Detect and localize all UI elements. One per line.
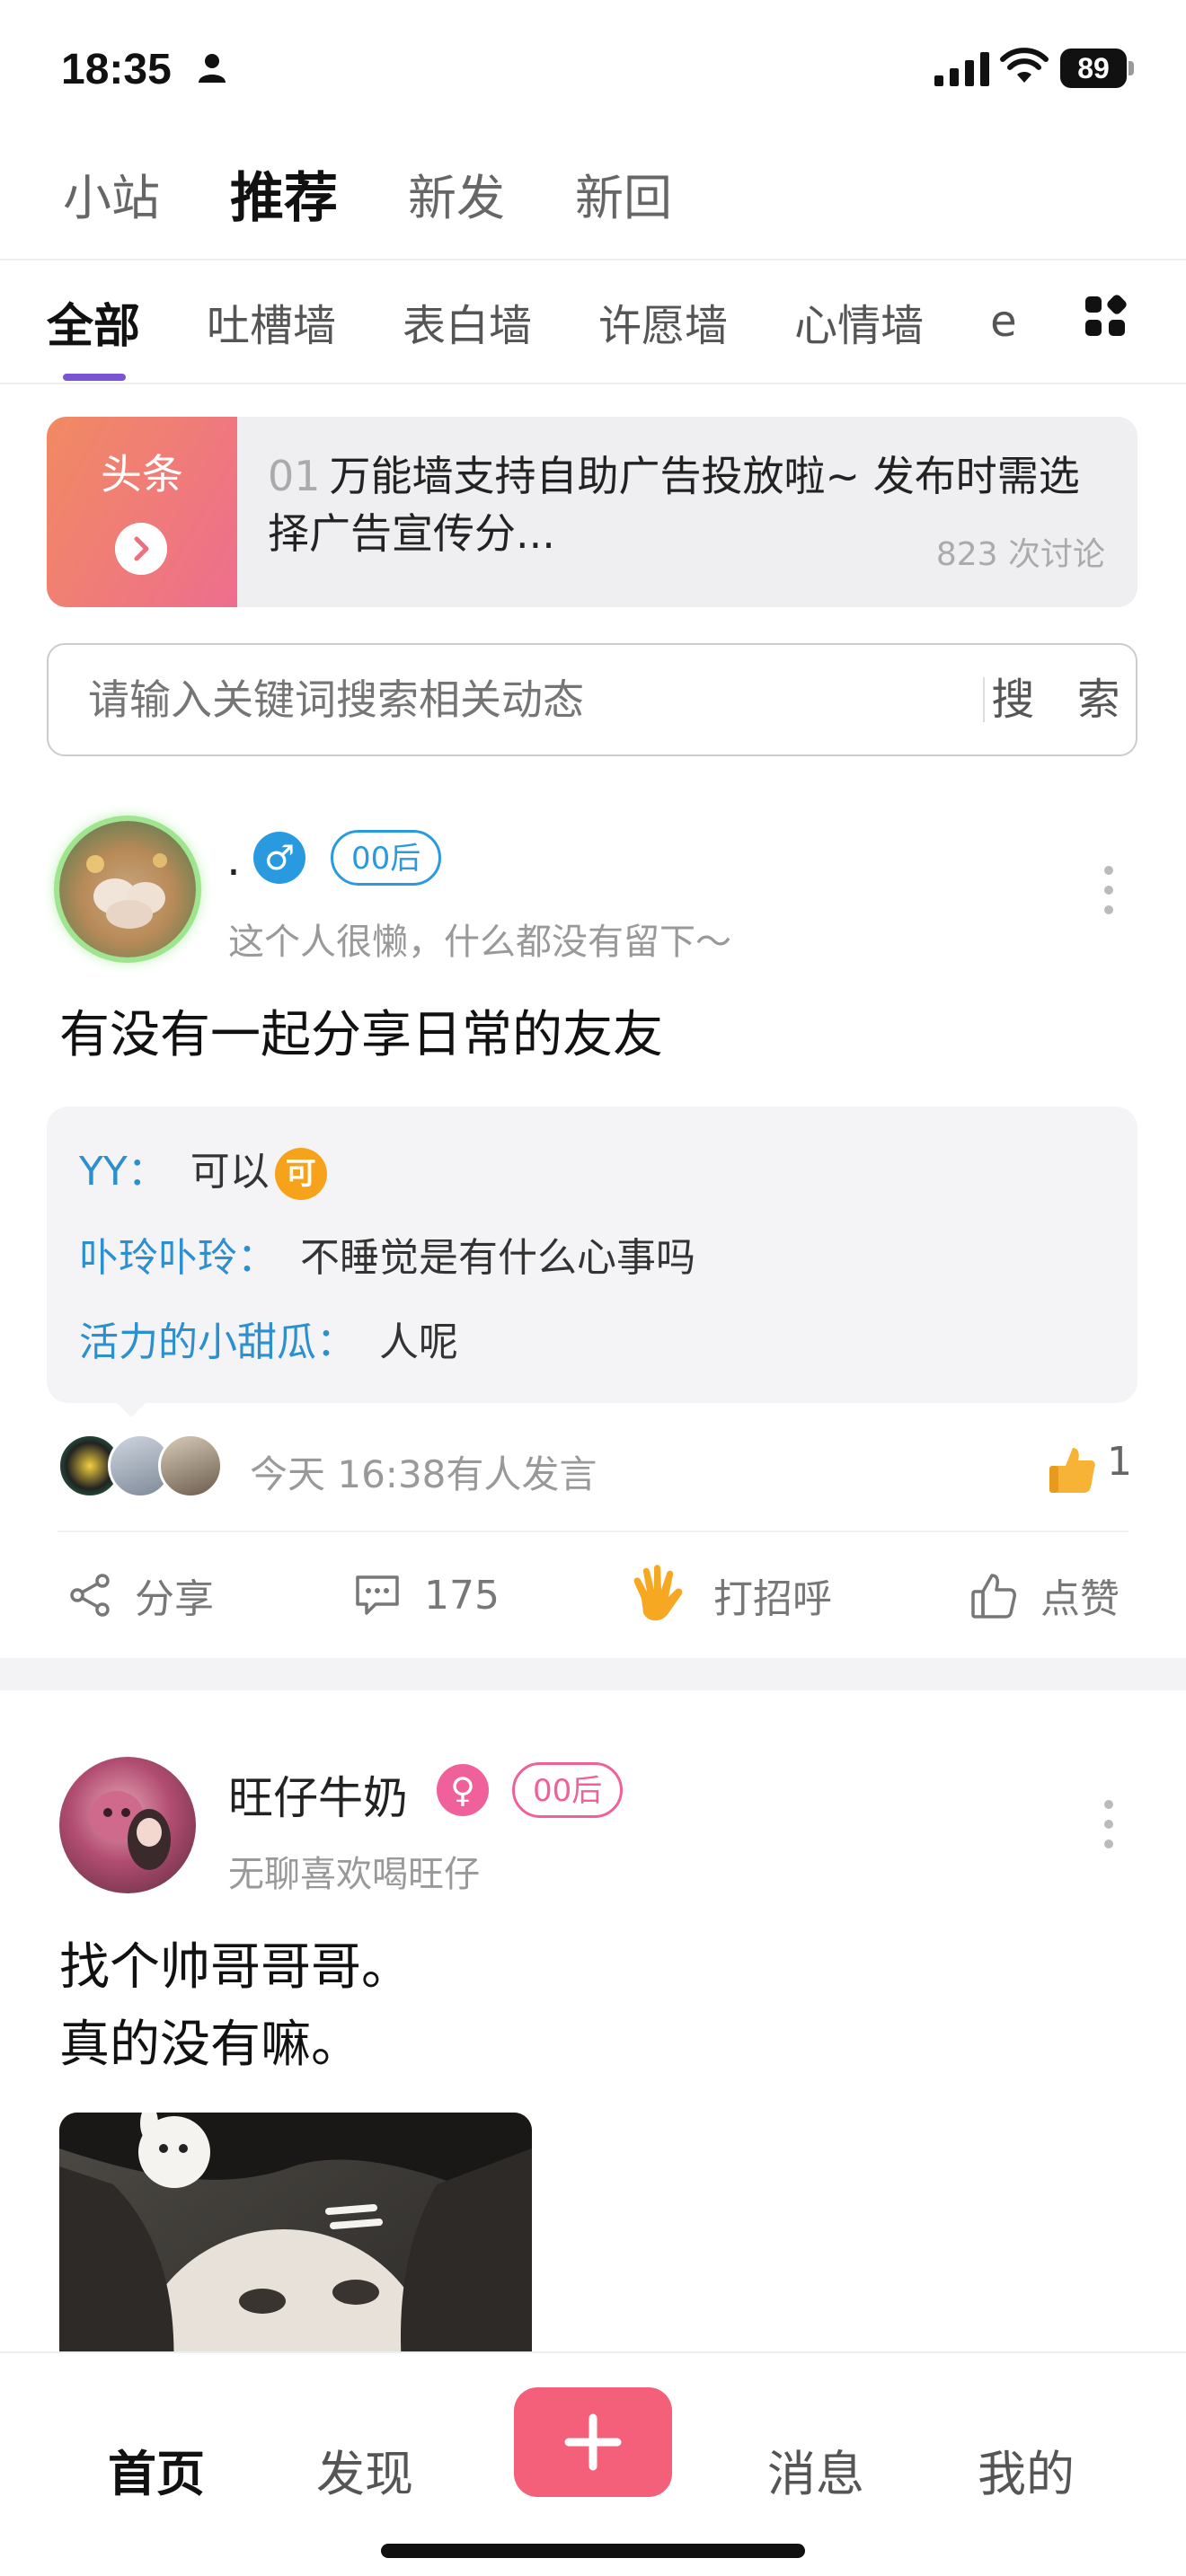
divider [0,383,1186,384]
share-button[interactable]: 分享 [66,1563,214,1628]
user-bio: 这个人很懒，什么都没有留下～ [228,922,731,963]
reply-text: 不睡觉是有什么心事吗 [300,1235,695,1281]
headline-badge-label: 头条 [101,450,183,498]
plus-icon [564,2413,622,2471]
reply-row: 活力的小甜瓜： 人呢 [79,1310,458,1367]
avatar-image [90,1791,171,1870]
reply-text: 可以 [190,1149,270,1195]
battery-indicator: 89 [1060,49,1134,88]
search-button[interactable]: 搜 索 [987,645,1139,754]
category-rant-wall[interactable]: 吐槽墙 [207,290,336,353]
more-options-icon[interactable] [1103,1800,1114,1850]
greet-button[interactable]: 打招呼 [624,1563,832,1628]
user-bio: 无聊喜欢喝旺仔 [228,1854,480,1895]
avatar-image [86,853,167,929]
tab-new-posts[interactable]: 新发 [408,158,505,229]
status-time: 18:35 [61,46,172,93]
like-button[interactable]: 点赞 [969,1563,1120,1628]
home-indicator [381,2544,805,2558]
reply-author[interactable]: YY： [79,1149,167,1195]
male-gender-icon: ♂ [253,832,305,884]
comment-count: 175 [424,1572,500,1619]
like-label: 点赞 [1040,1576,1120,1622]
share-label: 分享 [135,1576,214,1622]
battery-level: 89 [1060,49,1127,88]
age-tag: 00后 [512,1762,624,1818]
reply-text: 人呢 [379,1319,458,1365]
chevron-right-icon[interactable] [115,523,167,575]
thumbs-up-emoji-icon [1049,1448,1095,1493]
avatar[interactable] [59,821,196,957]
waving-hand-icon [633,1565,683,1621]
divider [58,1531,1128,1532]
publish-button[interactable] [514,2387,672,2497]
search-bar: 搜 索 [47,643,1137,756]
commenter-avatar [158,1434,223,1498]
wifi-icon [1000,48,1049,83]
headline-badge: 头条 [47,417,237,607]
reply-row: 卟玲卟玲： 不睡觉是有什么心事吗 [79,1225,695,1283]
nav-profile[interactable]: 我的 [978,2434,1075,2505]
commenter-avatars[interactable] [58,1434,228,1500]
divider [0,259,1186,260]
reply-author[interactable]: 卟玲卟玲： [79,1235,277,1281]
female-gender-icon: ♀ [437,1764,489,1816]
top-tabs: 小站 推荐 新发 新回 [63,153,742,234]
reply-bubble-tail [115,1401,147,1417]
like-count: 1 [1107,1439,1132,1485]
feed-separator [0,1658,1186,1690]
headline-banner[interactable]: 头条 01 万能墙支持自助广告投放啦~ 发布时需选择广告宣传分... 823 次讨… [47,417,1137,607]
avatar[interactable] [59,1757,196,1893]
category-confession-wall[interactable]: 表白墙 [403,290,532,353]
nav-discover[interactable]: 发现 [316,2434,413,2505]
person-icon [199,54,226,83]
reply-row: YY： 可以可 [79,1139,327,1200]
greet-label: 打招呼 [713,1576,832,1622]
emoji-badge: 可 [274,1148,327,1200]
reply-preview[interactable]: YY： 可以可 卟玲卟玲： 不睡觉是有什么心事吗 活力的小甜瓜： 人呢 [47,1107,1137,1403]
tab-new-replies[interactable]: 新回 [575,158,672,229]
age-tag: 00后 [331,830,442,886]
discussion-count: 823 次讨论 [935,536,1105,573]
grid-menu-icon[interactable] [1084,293,1127,340]
last-activity-text: 今天 16:38有人发言 [250,1452,597,1496]
status-bar: 18:35 89 [0,0,1186,135]
post-content-line[interactable]: 找个帅哥哥哥。 [59,1929,412,2007]
share-icon [70,1574,110,1617]
username[interactable]: 旺仔牛奶 [228,1762,408,1827]
search-input[interactable] [88,645,951,754]
category-tabs: 全部 吐槽墙 表白墙 许愿墙 心情墙 e [47,286,1053,357]
post-content[interactable]: 有没有一起分享日常的友友 [59,997,663,1074]
headline-number: 01 [268,452,321,500]
battery-nub [1128,61,1134,75]
comment-icon [356,1575,399,1615]
active-tab-indicator [63,374,126,381]
category-mood-wall[interactable]: 心情墙 [794,290,924,353]
category-more-truncated[interactable]: e [990,296,1017,347]
reply-author[interactable]: 活力的小甜瓜： [79,1319,356,1365]
bottom-navigation: 首页 发现 消息 我的 [0,2351,1186,2576]
category-wish-wall[interactable]: 许愿墙 [598,290,728,353]
thumbs-up-icon [971,1574,1016,1619]
nav-messages[interactable]: 消息 [767,2434,864,2505]
category-all[interactable]: 全部 [47,288,140,356]
username[interactable]: . [226,834,241,886]
comments-button[interactable]: 175 [352,1563,500,1628]
tab-station[interactable]: 小站 [63,158,160,229]
search-separator [983,677,985,722]
post-content-line[interactable]: 真的没有嘛。 [59,2007,361,2084]
tab-recommended[interactable]: 推荐 [230,154,338,233]
more-options-icon[interactable] [1103,866,1114,916]
signal-icon [934,52,989,86]
nav-home[interactable]: 首页 [108,2434,205,2505]
